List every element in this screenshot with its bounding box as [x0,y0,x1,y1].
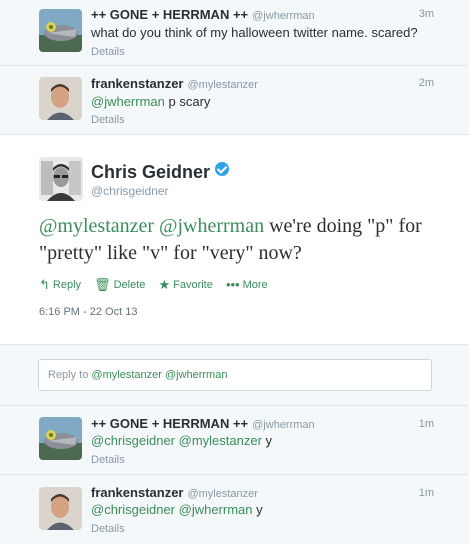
tweet-text: @jwherrman p scary [91,94,210,109]
delete-label: Delete [113,279,146,291]
user-name[interactable]: Chris Geidner [91,162,210,182]
tweet-time[interactable]: 1m [419,487,434,499]
tweet-item[interactable]: frankenstanzer @mylestanzer 2m @jwherrman… [0,66,469,135]
reply-label: Reply [52,279,82,291]
details-link[interactable]: Details [91,523,125,535]
mention-link[interactable]: @jwherrman [159,215,264,237]
tweet-date[interactable]: 6:16 PM - 22 Oct 13 [39,306,137,318]
focused-tweet: Chris Geidner @chrisgeidner @mylestanzer… [0,135,469,345]
details-link[interactable]: Details [91,46,125,58]
tweet-time[interactable]: 1m [419,418,434,430]
reply-arrow-icon: ↰ [39,277,50,292]
person-avatar-icon[interactable] [39,77,82,120]
trash-icon: 🗑 [94,277,111,292]
more-label: More [242,279,268,291]
user-handle[interactable]: @mylestanzer [187,79,257,91]
tweet-text: what do you think of my halloween twitte… [91,25,418,40]
details-link[interactable]: Details [91,114,125,126]
profile-avatar-icon[interactable] [39,157,83,201]
person-avatar-icon[interactable] [39,487,82,530]
tweet-item[interactable]: frankenstanzer @mylestanzer 1m @chrisgeid… [0,475,469,544]
user-handle[interactable]: @mylestanzer [187,488,257,500]
user-name[interactable]: ++ GONE + HERRMAN ++ [91,7,248,22]
tweet-text: @chrisgeidner @mylestanzer y [91,433,272,448]
mention-link[interactable]: @jwherrman [91,94,165,109]
favorite-button[interactable]: ★ Favorite [158,277,212,293]
star-icon: ★ [158,277,171,292]
tweet-item[interactable]: ++ GONE + HERRMAN ++ @jwherrman 1m @chris… [0,406,469,475]
favorite-label: Favorite [173,279,213,291]
mention-link[interactable]: @chrisgeidner @jwherrman [91,502,253,517]
tweet-actions: ↰ Reply 🗑 Delete ★ Favorite ••• More [39,277,278,293]
user-handle[interactable]: @jwherrman [252,419,315,431]
ghost-avatar-icon[interactable] [39,417,82,460]
delete-button[interactable]: 🗑 Delete [94,277,145,293]
user-name[interactable]: frankenstanzer [91,76,183,91]
tweet-text-rest: y [252,502,263,517]
mention-link[interactable]: @chrisgeidner @mylestanzer [91,433,262,448]
mention-link[interactable]: @mylestanzer [39,215,154,237]
tweet-item[interactable]: ++ GONE + HERRMAN ++ @jwherrman 3m what d… [0,0,469,66]
tweet-text-rest: p scary [164,94,211,109]
tweet-time[interactable]: 2m [419,77,434,89]
reply-area: Reply to @mylestanzer @jwherrman [0,345,469,406]
verified-badge-icon [215,162,230,176]
tweet-text: @chrisgeidner @jwherrman y [91,502,263,517]
user-handle[interactable]: @chrisgeidner [91,184,169,198]
details-link[interactable]: Details [91,454,125,466]
reply-mentions: @mylestanzer @jwherrman [91,369,228,381]
user-name[interactable]: ++ GONE + HERRMAN ++ [91,416,248,431]
tweet-text: @mylestanzer @jwherrman we're doing "p" … [39,213,449,267]
tweet-time[interactable]: 3m [419,8,434,20]
reply-button[interactable]: ↰ Reply [39,277,81,293]
tweet-text-rest: y [261,433,273,448]
reply-input[interactable]: Reply to @mylestanzer @jwherrman [38,359,432,391]
more-button[interactable]: ••• More [226,277,268,292]
reply-prefix: Reply to [48,369,92,381]
user-handle[interactable]: @jwherrman [252,10,315,22]
more-dots-icon: ••• [225,277,240,292]
ghost-avatar-icon[interactable] [39,9,82,52]
user-name[interactable]: frankenstanzer [91,485,183,500]
